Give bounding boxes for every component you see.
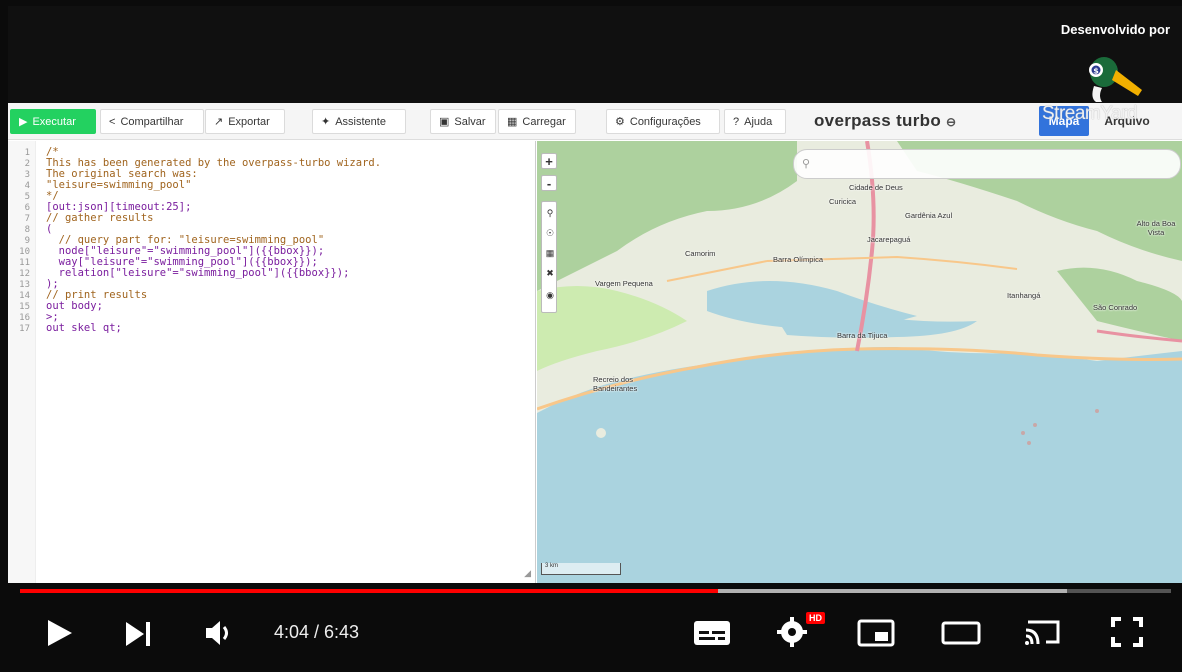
zoom-in-button[interactable]: + <box>541 153 557 169</box>
map-place-label: Gardênia Azul <box>905 211 953 220</box>
save-button[interactable]: ▣ Salvar <box>430 109 496 134</box>
load-label: Carregar <box>522 115 566 128</box>
gear-icon: ⚙ <box>615 116 625 128</box>
progress-played <box>20 589 718 593</box>
floppy-disk-icon: ▣ <box>439 116 450 128</box>
settings-circle-icon[interactable]: ◉ <box>542 286 558 304</box>
question-icon: ? <box>733 115 740 128</box>
map-place-label: Itanhangá <box>1007 291 1041 300</box>
zoom-out-button[interactable]: - <box>541 175 557 191</box>
line-number: 6 <box>24 203 30 213</box>
play-icon: ▶ <box>19 116 28 128</box>
line-number: 9 <box>24 236 30 246</box>
progress-bar[interactable] <box>20 589 1171 593</box>
toolbar: ▶ Executar < Compartilhar ↗ Exportar ✦ A… <box>8 103 1182 140</box>
image-icon[interactable]: ▦ <box>542 244 558 262</box>
map-place-label: São Conrado <box>1093 303 1138 312</box>
share-icon: < <box>109 115 116 128</box>
line-number: 13 <box>19 280 30 290</box>
code-line: out skel qt; <box>46 322 122 334</box>
export-label: Exportar <box>228 115 270 128</box>
map-place-label: Recreio dos Bandeirantes <box>593 375 638 393</box>
line-number: 11 <box>19 258 30 268</box>
code-line: "leisure=swimming_pool" <box>46 179 192 191</box>
line-number: 17 <box>19 324 30 334</box>
next-icon[interactable] <box>124 620 154 648</box>
line-number: 16 <box>19 313 30 323</box>
map-place-label: Cidade de Deus <box>849 183 903 192</box>
video-frame: Desenvolvido por $ ▶ Executar < Comparti… <box>0 0 1182 672</box>
query-editor[interactable]: 1 2 3 4 5 6 7 8 9 10 11 12 13 14 15 16 1… <box>8 141 536 583</box>
code-line: // gather results <box>46 212 154 224</box>
app-title-text: overpass turbo <box>814 111 942 130</box>
app-title: overpass turbo ⊖ <box>814 111 956 131</box>
hd-badge: HD <box>806 612 825 624</box>
map-view[interactable]: Cidade de Deus Curicica Gardênia Azul Al… <box>537 141 1182 583</box>
line-number: 7 <box>24 214 30 224</box>
settings-label: Configurações <box>629 115 701 128</box>
share-button[interactable]: < Compartilhar <box>100 109 204 134</box>
cast-icon[interactable] <box>1022 616 1064 648</box>
wizard-label: Assistente <box>335 115 386 128</box>
locate-icon[interactable]: ☉ <box>542 224 558 242</box>
map-scale-bar: 3 km <box>541 563 621 575</box>
folder-open-icon: ▦ <box>507 116 518 128</box>
line-number: 14 <box>19 291 30 301</box>
volume-icon[interactable] <box>204 618 236 648</box>
play-icon[interactable] <box>44 618 74 648</box>
run-button[interactable]: ▶ Executar <box>10 109 96 134</box>
line-number: 12 <box>19 269 30 279</box>
subtitles-icon[interactable] <box>692 618 732 648</box>
load-button[interactable]: ▦ Carregar <box>498 109 576 134</box>
settings-button[interactable]: ⚙ Configurações <box>606 109 720 134</box>
magic-wand-icon: ✦ <box>321 116 331 128</box>
logo-circle-icon: ⊖ <box>946 115 957 129</box>
line-number: 1 <box>24 148 30 158</box>
map-tiles <box>537 141 1182 583</box>
banner-brand-text: Desenvolvido por <box>1060 22 1170 37</box>
resize-grip-icon[interactable]: ◢ <box>524 568 531 579</box>
line-number: 3 <box>24 170 30 180</box>
line-number-gutter: 1 2 3 4 5 6 7 8 9 10 11 12 13 14 15 16 1… <box>8 141 36 583</box>
map-toolbar: ⚲ ☉ ▦ ✖ ◉ <box>541 201 557 313</box>
line-number: 15 <box>19 302 30 312</box>
map-place-label: Camorim <box>685 249 716 258</box>
line-number: 8 <box>24 225 30 235</box>
svg-text:$: $ <box>1093 67 1099 76</box>
help-label: Ajuda <box>744 115 773 128</box>
streamyard-watermark: StreamYard <box>1042 103 1137 124</box>
line-number: 2 <box>24 159 30 169</box>
run-label: Executar <box>32 115 76 128</box>
shape-icon[interactable]: ✖ <box>542 264 558 282</box>
fullscreen-icon[interactable] <box>1110 616 1144 648</box>
map-search-input[interactable]: ⚲ <box>793 149 1181 179</box>
map-place-label: Curicica <box>829 197 857 206</box>
code-line: relation["leisure"="swimming_pool"]({{bb… <box>46 267 350 279</box>
external-link-icon: ↗ <box>214 116 224 128</box>
wizard-button[interactable]: ✦ Assistente <box>312 109 406 134</box>
duck-logo: $ <box>1089 57 1142 102</box>
map-place-label: Jacarepaguá <box>867 235 911 244</box>
line-number: 5 <box>24 192 30 202</box>
line-number: 4 <box>24 181 30 191</box>
map-place-label: Barra da Tijuca <box>837 331 888 340</box>
magnifier-icon[interactable]: ⚲ <box>542 204 558 222</box>
search-icon: ⚲ <box>802 158 811 170</box>
save-label: Salvar <box>454 115 486 128</box>
share-label: Compartilhar <box>120 115 184 128</box>
map-place-label: Barra Olímpica <box>773 255 824 264</box>
help-button[interactable]: ? Ajuda <box>724 109 786 134</box>
line-number: 10 <box>19 247 30 257</box>
map-place-label: Vargem Pequena <box>595 279 653 288</box>
miniplayer-icon[interactable] <box>856 618 896 648</box>
time-display: 4:04 / 6:43 <box>274 622 360 642</box>
top-banner: Desenvolvido por $ <box>8 6 1182 103</box>
map-place-label: Alto da Boa Vista <box>1136 219 1176 237</box>
overpass-app: ▶ Executar < Compartilhar ↗ Exportar ✦ A… <box>8 103 1182 583</box>
theater-mode-icon[interactable] <box>940 618 982 648</box>
export-button[interactable]: ↗ Exportar <box>205 109 285 134</box>
